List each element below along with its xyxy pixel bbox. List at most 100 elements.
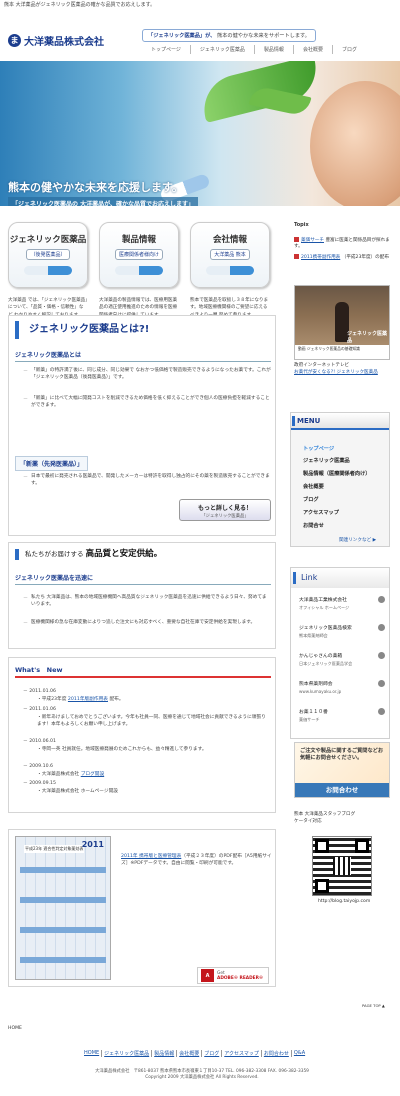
- read-more-button[interactable]: もっと詳しく見る！ 「ジェネリック医薬品」: [179, 499, 271, 521]
- news-date: － 2010.06.01: [23, 739, 57, 744]
- card-generic[interactable]: ジェネリック医薬品 （後発医薬品）: [8, 222, 88, 288]
- news-item: ・新年あけましておめでとうございます。今年も社員一同、医療を通じて地域社会に貢献…: [37, 715, 266, 727]
- tagline-rest: 熊本の健やかな未来をサポートします。: [217, 33, 310, 39]
- adobe-reader-button[interactable]: A Get ADOBE® READER®: [197, 967, 269, 984]
- news-date: － 2009.10.6: [23, 764, 54, 769]
- footer-link-blog[interactable]: ブログ: [201, 1050, 221, 1057]
- staff-blog-info: 熊本 大洋薬品スタッフブログ ケータイ対応: [294, 812, 356, 824]
- quality-para-2: 医療機関様の急な在庫変動によりつ追した注文にも対応すべく、重要な自社在庫で安定供…: [31, 620, 256, 625]
- menu-item-top[interactable]: トップページ: [303, 445, 334, 452]
- menu-item-company[interactable]: 会社概要: [303, 483, 324, 490]
- topix-link[interactable]: 薬価サーチ: [301, 238, 324, 243]
- side-effect-table-thumbnail[interactable]: 平成23年 適合性判定対象薬効表 2011: [15, 836, 111, 980]
- contact-button: お問合わせ: [295, 783, 389, 797]
- link-item[interactable]: 熊本県薬剤師会 www.kumayaku.or.jp: [299, 680, 387, 694]
- menu-item-contact[interactable]: お問合せ: [303, 522, 324, 529]
- contact-banner-text: ご注文や製品に関するご質問などお気軽にお問合せください。: [300, 748, 384, 761]
- link-title: Link: [291, 568, 389, 588]
- gnav-products[interactable]: 製品情報: [253, 45, 293, 54]
- whats-new-section: What's New － 2011.01.06 ・平成23年度 2011年版副作…: [8, 657, 276, 813]
- footer-link-contact[interactable]: お問合わせ: [260, 1050, 291, 1057]
- bullet-dash: －: [23, 620, 29, 626]
- link-item[interactable]: 大洋薬品工業株式会社 オフィシャル ホームページ: [299, 596, 387, 611]
- adobe-icon: A: [201, 969, 214, 982]
- top-strip: 熊本 大洋薬品がジェネリック医薬品の確かな品質でお応えします。: [4, 2, 156, 8]
- arrow-circle-icon: [378, 708, 385, 715]
- topix-item: 2011携帯副作用表 （平成23年度）の配布: [294, 254, 390, 261]
- card-company[interactable]: 会社情報 大洋薬品 熊本: [190, 222, 270, 288]
- generic-section: ジェネリック医薬品とは?! ジェネリック医薬品とは － 「新薬」の特許満了後に、…: [8, 315, 276, 536]
- news-item: ・大洋薬品株式会社 ホームページ開設: [37, 789, 118, 794]
- menu-item-access[interactable]: アクセスマップ: [303, 509, 339, 516]
- card-title: ジェネリック医薬品: [9, 235, 87, 245]
- quality-title-pre: 私たちがお届けする: [25, 550, 84, 558]
- link-item[interactable]: お薬１１０番 薬価サーチ: [299, 708, 387, 723]
- new-drug-heading: 「新薬（先発医薬品）」: [15, 456, 89, 471]
- read-more-label: もっと詳しく見る！: [197, 505, 252, 512]
- link-item[interactable]: ジェネリック医薬品検索 熊本県薬剤師会: [299, 624, 387, 639]
- footer-link-access[interactable]: アクセスマップ: [221, 1050, 261, 1057]
- quality-section: 私たちがお届けする 高品質と安定供給。 ジェネリック医薬品を迅速に － 私たち …: [8, 542, 276, 649]
- quality-subheading: ジェネリック医薬品を迅速に: [15, 573, 271, 585]
- gnav-company[interactable]: 会社概要: [292, 45, 332, 54]
- site-logo[interactable]: ま 大洋薬品株式会社: [8, 33, 104, 48]
- baby-photo: [310, 81, 400, 206]
- news-item: ・平成23年度 2011年版副作用表 配布。: [37, 697, 124, 702]
- brand-mark-icon: ま: [8, 34, 21, 47]
- gnav-generic[interactable]: ジェネリック医薬品: [189, 45, 254, 54]
- card-sub: 医療関係者様向け: [114, 249, 163, 260]
- video-link[interactable]: お薬代が安くなる?! ジェネリック医薬品: [294, 370, 378, 375]
- footer-link-generic[interactable]: ジェネリック医薬品: [101, 1050, 151, 1057]
- brand-name: 大洋薬品株式会社: [24, 37, 104, 48]
- video-thumbnail[interactable]: ジェネリック医薬品 動画 ジェネリック医薬品の基礎知識: [294, 285, 390, 360]
- news-link[interactable]: ブログ開設: [81, 772, 104, 777]
- news-item: ・寺岡一英 社員就任。地域医療発展のためこれからも、益々精進して参ります。: [37, 747, 207, 752]
- menu-item-blog[interactable]: ブログ: [303, 496, 319, 503]
- news-date: － 2011.01.06: [23, 707, 57, 712]
- bullet-dash: －: [23, 595, 29, 601]
- menu-item-generic[interactable]: ジェネリック医薬品: [303, 457, 350, 464]
- footer-link-products[interactable]: 製品情報: [151, 1050, 176, 1057]
- card-sub: （後発医薬品）: [26, 249, 70, 260]
- news-link[interactable]: 2011年版副作用表: [68, 697, 108, 702]
- footer-copyright: Copyright 2009 大洋薬品株式会社 All Rights Reser…: [145, 1075, 259, 1080]
- arrow-circle-icon: [378, 624, 385, 631]
- news-item: ・大洋薬品株式会社 ブログ開設: [37, 772, 105, 777]
- download-link[interactable]: 2011年 携帯版と医療管理表: [121, 854, 181, 859]
- capsule-icon: [24, 266, 72, 275]
- menu-item-products[interactable]: 製品情報（医療関係者向け）: [303, 470, 370, 477]
- news-date: － 2009.09.15: [23, 781, 57, 786]
- footer-link-qa[interactable]: Q&A: [290, 1050, 307, 1057]
- card-title: 会社情報: [212, 235, 247, 245]
- arrow-circle-icon: [378, 652, 385, 659]
- gnav-top[interactable]: トップページ: [142, 45, 190, 54]
- side-menu: MENU トップページ ジェネリック医薬品 製品情報（医療関係者向け） 会社概要…: [290, 412, 390, 547]
- capsule-icon: [206, 266, 254, 275]
- quality-title-main: 高品質と安定供給。: [85, 549, 163, 559]
- generic-subheading: ジェネリック医薬品とは: [15, 350, 271, 362]
- related-links[interactable]: 関連リンクなど ▶: [339, 537, 376, 543]
- topix-item: 薬価サーチ 豊富に医薬と関係品目が探れます。: [294, 237, 390, 250]
- footer-nav: HOME ジェネリック医薬品 製品情報 会社概要 ブログ アクセスマップ お問合…: [82, 1050, 307, 1057]
- arrow-icon: [294, 237, 299, 242]
- adobe-name: ADOBE® READER®: [217, 975, 264, 981]
- download-text: 2011年 携帯版と医療管理表（平成２３年度）のPDF配布［A5用紙サイズ］※P…: [121, 854, 272, 867]
- contact-banner[interactable]: ご注文や製品に関するご質問などお気軽にお問合せください。 お問合わせ: [294, 742, 390, 798]
- link-panel: Link 大洋薬品工業株式会社 オフィシャル ホームページ ジェネリック医薬品検索…: [290, 567, 390, 739]
- link-item[interactable]: かんじゃさんの薬箱 日本ジェネリック医薬品学会: [299, 652, 387, 667]
- card-sub: 大洋薬品 熊本: [210, 249, 250, 260]
- feature-cards: ジェネリック医薬品 （後発医薬品） 製品情報 医療関係者様向け 会社情報 大洋薬…: [8, 222, 270, 288]
- footer-link-company[interactable]: 会社概要: [176, 1050, 201, 1057]
- generic-para-3: 日本で最初に発売される医薬品で、開発したメーカーは特許を取得し独占的にその薬を製…: [31, 474, 270, 487]
- card-products[interactable]: 製品情報 医療関係者様向け: [99, 222, 179, 288]
- page-top-link[interactable]: PAGE TOP ▲: [362, 1003, 385, 1008]
- generic-title: ジェネリック医薬品とは?!: [15, 321, 271, 339]
- topix-link[interactable]: 2011携帯副作用表: [301, 255, 340, 260]
- blog-url: http://blog.taiyojp.com: [318, 899, 371, 904]
- topix-title: Topix: [294, 222, 309, 228]
- hero-subline: 「ジェネリック医薬品の 大洋薬品が、確かな品質でお応えします」: [8, 197, 198, 206]
- breadcrumb[interactable]: HOME: [8, 1026, 22, 1031]
- arrow-circle-icon: [378, 596, 385, 603]
- gnav-blog[interactable]: ブログ: [331, 45, 366, 54]
- footer-link-home[interactable]: HOME: [82, 1050, 101, 1057]
